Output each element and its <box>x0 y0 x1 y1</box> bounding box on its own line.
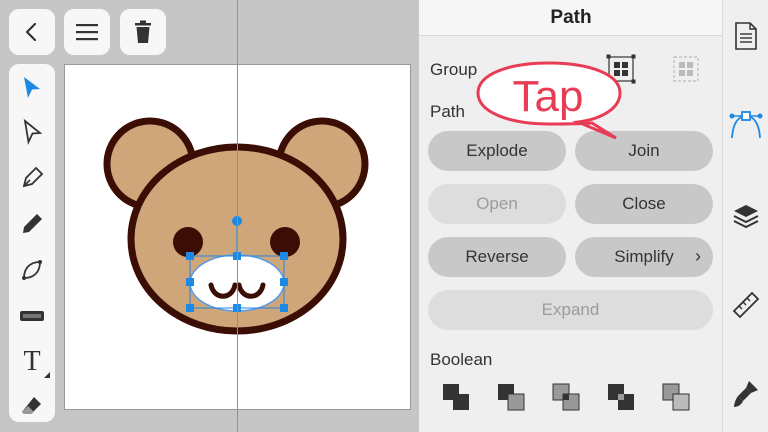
sidebar-paint-brush[interactable] <box>723 374 768 414</box>
tool-select[interactable] <box>9 68 55 108</box>
brush-icon <box>20 311 44 321</box>
path-label: Path <box>430 102 465 121</box>
panel-title: Path <box>419 0 723 36</box>
group-label: Group <box>430 60 478 79</box>
layers-icon <box>733 205 759 229</box>
eraser-icon <box>22 397 41 414</box>
reverse-button[interactable]: Reverse <box>428 237 566 277</box>
tool-text[interactable]: T <box>9 342 55 382</box>
back-button[interactable] <box>9 9 55 55</box>
boolean-intersect-icon[interactable] <box>551 382 581 412</box>
tool-pen[interactable] <box>9 158 55 198</box>
direct-select-icon <box>23 119 43 145</box>
pencil-icon <box>23 214 42 233</box>
tool-eraser[interactable] <box>9 386 55 426</box>
callout-text: Tap <box>512 72 584 121</box>
sidebar-layers[interactable] <box>723 196 768 236</box>
boolean-subtract-icon[interactable] <box>496 382 526 412</box>
tool-brush[interactable] <box>9 296 55 336</box>
close-button[interactable]: Close <box>575 184 713 224</box>
document-icon <box>735 22 757 50</box>
select-arrow-icon <box>24 77 40 98</box>
delete-button[interactable] <box>120 9 166 55</box>
boolean-label: Boolean <box>430 350 493 369</box>
sidebar-path-edit[interactable] <box>723 104 768 144</box>
chevron-right-icon: › <box>695 246 701 266</box>
right-sidebar <box>722 0 768 432</box>
sidebar-ruler[interactable] <box>723 285 768 325</box>
hamburger-icon <box>76 24 98 41</box>
simplify-label: Simplify <box>614 247 674 266</box>
submenu-indicator-icon <box>44 372 50 378</box>
ruler-icon <box>732 291 760 319</box>
shape-icon <box>22 260 42 280</box>
tool-pencil[interactable] <box>9 204 55 244</box>
tool-direct-select[interactable] <box>9 112 55 152</box>
chevron-left-icon <box>25 22 37 42</box>
vertical-guide-line <box>237 0 238 432</box>
tool-shape[interactable] <box>9 250 55 290</box>
boolean-exclude-icon[interactable] <box>606 382 636 412</box>
paint-brush-icon <box>734 381 758 407</box>
expand-button[interactable]: Expand <box>428 290 713 330</box>
boolean-divide-icon[interactable] <box>661 382 691 412</box>
menu-button[interactable] <box>64 9 110 55</box>
path-edit-icon <box>729 111 763 139</box>
simplify-button[interactable]: Simplify › <box>575 237 713 277</box>
boolean-union-icon[interactable] <box>441 382 471 412</box>
open-button[interactable]: Open <box>428 184 566 224</box>
tools-bar: T <box>9 64 55 422</box>
trash-icon <box>135 20 151 43</box>
ungroup-icon[interactable] <box>671 54 701 84</box>
sidebar-document[interactable] <box>723 16 768 56</box>
pen-icon <box>22 166 44 188</box>
text-icon: T <box>23 346 41 377</box>
